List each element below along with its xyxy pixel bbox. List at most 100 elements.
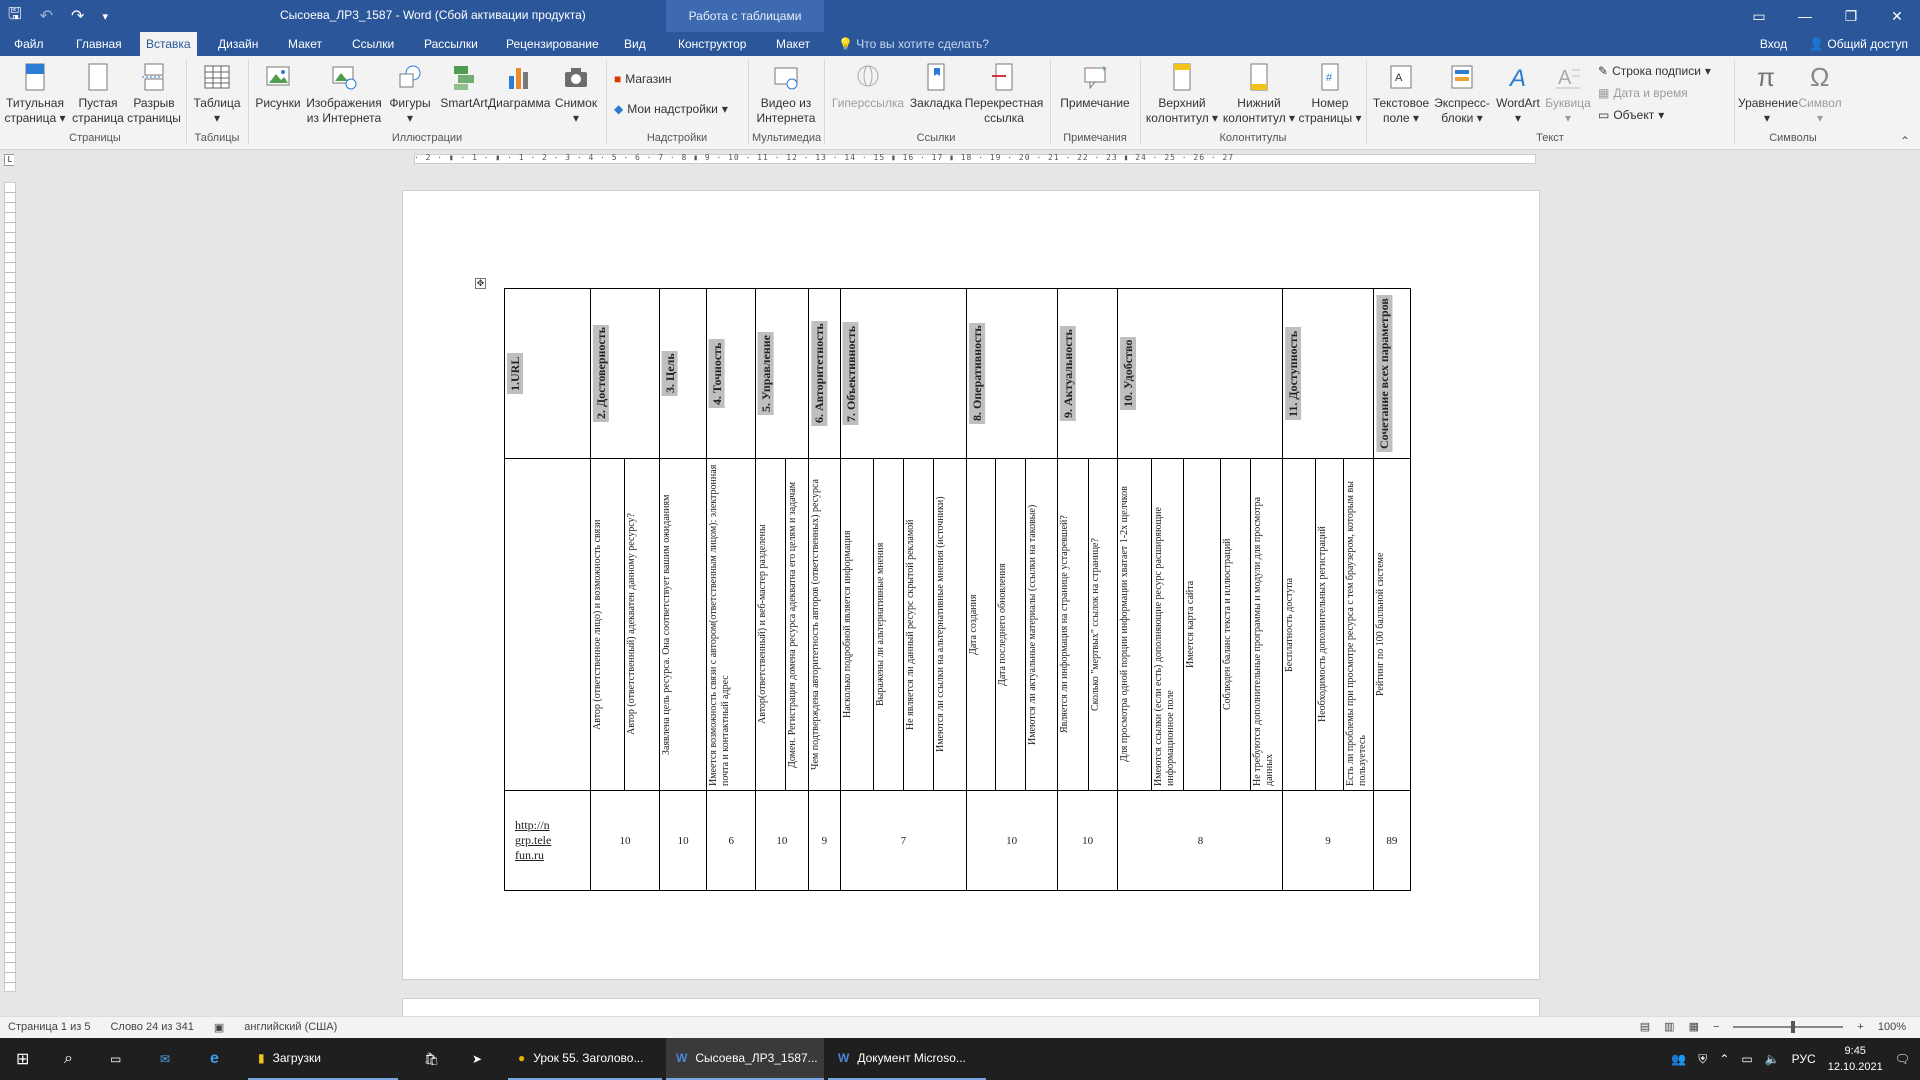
header-cell: 2. Достоверность bbox=[590, 288, 660, 459]
signature-line-button[interactable]: ✎ Строка подписи ▾ bbox=[1598, 64, 1711, 78]
hyperlink-button[interactable]: Гиперссылка bbox=[828, 62, 908, 111]
zoom-out-button[interactable]: − bbox=[1713, 1021, 1719, 1033]
calendar-icon: ▦ bbox=[1598, 86, 1610, 100]
tab-home[interactable]: Главная bbox=[70, 32, 128, 56]
edge-app[interactable]: e bbox=[200, 1038, 229, 1080]
smartart-button[interactable]: SmartArt bbox=[436, 62, 492, 111]
criteria-table[interactable]: 1.URL 2. Достоверность 3. Цель 4. Точнос… bbox=[503, 288, 1472, 891]
table-button[interactable]: Таблица ▾ bbox=[190, 62, 244, 126]
store-app[interactable]: 🛍 bbox=[414, 1038, 449, 1080]
cross-reference-button[interactable]: Перекрестная ссылка bbox=[964, 62, 1044, 126]
web-layout-icon[interactable]: ▦ bbox=[1689, 1020, 1699, 1033]
equation-button[interactable]: π Уравнение ▾ bbox=[1738, 62, 1798, 126]
language-indicator[interactable]: английский (США) bbox=[244, 1021, 337, 1034]
print-layout-icon[interactable]: ▥ bbox=[1664, 1020, 1674, 1033]
tab-review[interactable]: Рецензирование bbox=[500, 32, 605, 56]
signature-line-label: Строка подписи bbox=[1612, 64, 1701, 78]
start-button[interactable]: ⊞ bbox=[6, 1038, 39, 1080]
tab-table-design[interactable]: Конструктор bbox=[672, 32, 752, 56]
page-2[interactable] bbox=[402, 998, 1540, 1016]
shapes-button[interactable]: Фигуры ▾ bbox=[384, 62, 436, 126]
criteria-cell: Имеются ссылки (если есть) дополняющие р… bbox=[1150, 458, 1185, 791]
people-icon[interactable]: 👥 bbox=[1671, 1052, 1686, 1066]
search-button[interactable]: ⌕ bbox=[54, 1038, 83, 1080]
tell-me-search[interactable]: 💡 Что вы хотите сделать? bbox=[838, 32, 989, 56]
word-count[interactable]: Слово 24 из 341 bbox=[110, 1021, 193, 1034]
cover-page-button[interactable]: Титульная страница ▾ bbox=[4, 62, 66, 126]
page-1[interactable]: ✥ 1.URL 2. Достоверность 3. Цель 4. Точн… bbox=[402, 190, 1540, 980]
zoom-level[interactable]: 100% bbox=[1878, 1021, 1906, 1033]
header-button[interactable]: Верхний колонтитул ▾ bbox=[1144, 62, 1220, 126]
screenshot-button[interactable]: Снимок ▾ bbox=[550, 62, 602, 126]
comment-button[interactable]: + Примечание bbox=[1054, 62, 1136, 111]
store-button[interactable]: ■ Магазин bbox=[614, 72, 672, 86]
tab-design[interactable]: Дизайн bbox=[212, 32, 264, 56]
quick-parts-button[interactable]: Экспресс-блоки ▾ bbox=[1432, 62, 1492, 126]
footer-button[interactable]: Нижний колонтитул ▾ bbox=[1220, 62, 1298, 126]
chart-button[interactable]: Диаграмма bbox=[488, 62, 550, 111]
customize-qat-icon[interactable]: ▾ bbox=[102, 10, 108, 23]
tab-table-layout[interactable]: Макет bbox=[770, 32, 816, 56]
url-link[interactable]: http://ngrp.telefun.ru bbox=[515, 818, 555, 863]
my-addins-button[interactable]: ◆ Мои надстройки ▾ bbox=[614, 102, 728, 116]
page-count[interactable]: Страница 1 из 5 bbox=[8, 1021, 90, 1034]
page-break-button[interactable]: Разрыв страницы bbox=[126, 62, 182, 126]
taskbar-chrome[interactable]: ● Урок 55. Заголово... bbox=[508, 1038, 662, 1080]
taskbar-explorer[interactable]: ▮ Загрузки bbox=[248, 1038, 398, 1080]
omega-icon: Ω bbox=[1810, 62, 1829, 92]
text-box-icon: A bbox=[1390, 65, 1412, 89]
object-button[interactable]: ▭ Объект ▾ bbox=[1598, 108, 1664, 122]
online-video-button[interactable]: Видео из Интернета bbox=[752, 62, 820, 126]
pictures-button[interactable]: Рисунки bbox=[252, 62, 304, 111]
notifications-icon[interactable]: 🗨 bbox=[1895, 1052, 1910, 1066]
taskbar-word-1[interactable]: W Сысоева_ЛР3_1587... bbox=[666, 1038, 824, 1080]
collapse-ribbon-icon[interactable]: ⌃ bbox=[1900, 134, 1910, 148]
drop-cap-button[interactable]: A Буквица ▾ bbox=[1544, 62, 1592, 126]
share-button[interactable]: 👤 Общий доступ bbox=[1809, 32, 1908, 56]
blank-page-button[interactable]: Пустая страница bbox=[70, 62, 126, 126]
tab-references[interactable]: Ссылки bbox=[346, 32, 400, 56]
symbol-button[interactable]: Ω Символ ▾ bbox=[1796, 62, 1844, 126]
defender-icon[interactable]: ⛨ bbox=[1698, 1052, 1707, 1067]
task-view-button[interactable]: ▭ bbox=[100, 1038, 131, 1080]
taskbar-word-2[interactable]: W Документ Microso... bbox=[828, 1038, 986, 1080]
signin-link[interactable]: Вход bbox=[1760, 32, 1787, 56]
read-mode-icon[interactable]: ▤ bbox=[1640, 1020, 1650, 1033]
tab-mailings[interactable]: Рассылки bbox=[418, 32, 484, 56]
text-box-button[interactable]: A Текстовое поле ▾ bbox=[1370, 62, 1432, 126]
restore-button[interactable]: ❐ bbox=[1828, 0, 1874, 32]
tab-insert[interactable]: Вставка bbox=[140, 32, 197, 56]
quick-access-toolbar: 🖫 ↶ ↷ ▾ bbox=[8, 0, 108, 32]
header-cell: 9. Актуальность bbox=[1056, 288, 1119, 459]
zoom-slider[interactable] bbox=[1733, 1020, 1844, 1033]
redo-icon[interactable]: ↷ bbox=[71, 6, 84, 26]
header-cell: 1.URL bbox=[503, 288, 592, 459]
undo-icon[interactable]: ↶ bbox=[40, 6, 53, 26]
document-area[interactable]: ✥ 1.URL 2. Достоверность 3. Цель 4. Точн… bbox=[16, 168, 1920, 1016]
close-button[interactable]: ✕ bbox=[1874, 0, 1920, 32]
save-icon[interactable]: 🖫 bbox=[8, 3, 22, 30]
date-time-button[interactable]: ▦ Дата и время bbox=[1598, 86, 1688, 100]
table-move-handle-icon[interactable]: ✥ bbox=[475, 278, 486, 289]
horizontal-ruler[interactable]: · 2 · ▮ · 1 · ▮ · 1 · 2 · 3 · 4 · 5 · 6 … bbox=[14, 152, 1920, 166]
ribbon-display-options-icon[interactable]: ▭ bbox=[1736, 0, 1782, 32]
minimize-button[interactable]: — bbox=[1782, 0, 1828, 32]
proofing-icon[interactable]: ▣ bbox=[214, 1021, 224, 1034]
clock[interactable]: 9:45 12.10.2021 bbox=[1828, 1043, 1883, 1075]
online-pictures-button[interactable]: Изображения из Интернета bbox=[304, 62, 384, 126]
tab-file[interactable]: Файл bbox=[8, 32, 50, 56]
tab-view[interactable]: Вид bbox=[618, 32, 652, 56]
edge-icon: e bbox=[210, 1050, 219, 1067]
zoom-in-button[interactable]: + bbox=[1857, 1021, 1863, 1033]
tab-layout[interactable]: Макет bbox=[282, 32, 328, 56]
mail-app[interactable]: ✉ bbox=[150, 1038, 180, 1080]
bookmark-button[interactable]: Закладка bbox=[908, 62, 964, 111]
network-icon[interactable]: ▭ bbox=[1741, 1052, 1752, 1066]
page-number-button[interactable]: # Номер страницы ▾ bbox=[1298, 62, 1362, 126]
vertical-ruler[interactable] bbox=[4, 182, 17, 992]
show-hidden-icon[interactable]: ⌃ bbox=[1719, 1052, 1729, 1066]
pin-app[interactable]: ➤ bbox=[462, 1038, 492, 1080]
input-language[interactable]: РУС bbox=[1792, 1052, 1816, 1066]
volume-icon[interactable]: 🔈 bbox=[1765, 1052, 1780, 1066]
wordart-button[interactable]: A WordArt ▾ bbox=[1492, 62, 1544, 126]
